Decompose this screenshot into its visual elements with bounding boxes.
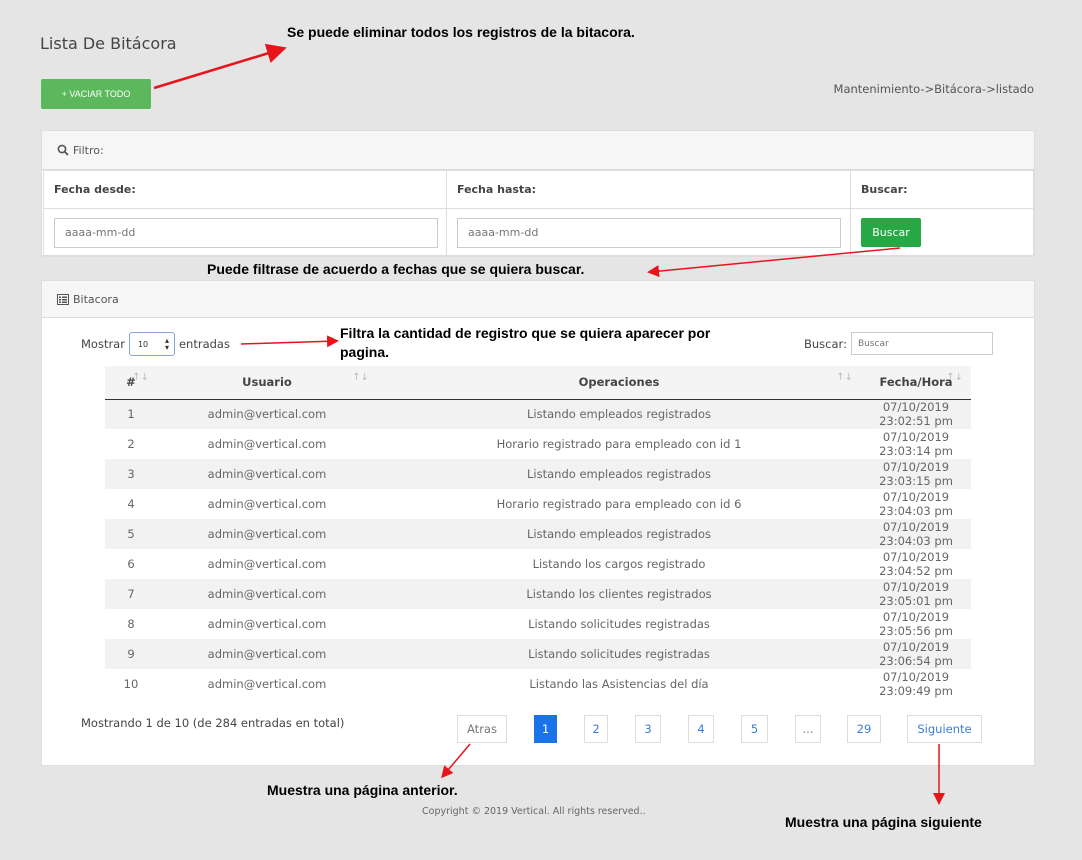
arrow-prev	[441, 743, 471, 779]
arrow-filter	[647, 247, 901, 278]
annotation-arrows	[153, 43, 945, 805]
arrow-length	[240, 335, 339, 348]
arrow-vaciar	[153, 43, 287, 90]
